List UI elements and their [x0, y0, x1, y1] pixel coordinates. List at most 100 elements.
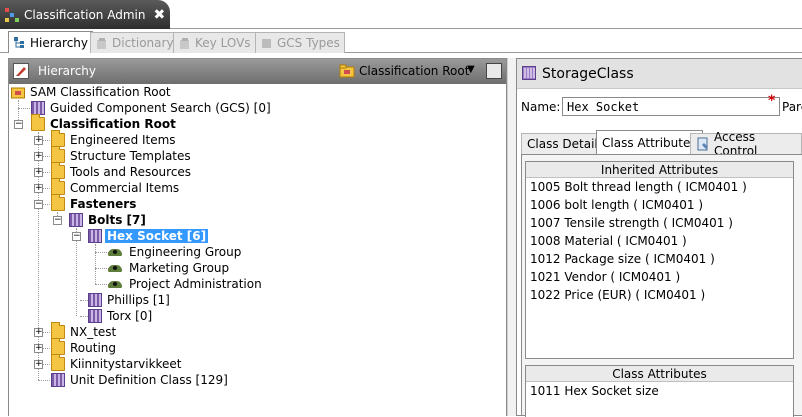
app-icon [4, 7, 20, 23]
expand-toggle[interactable]: + [34, 152, 43, 161]
attribute-row[interactable]: 1021 Vendor ( ICM0401 ) [526, 268, 793, 286]
class-attributes-header: Class Attributes [526, 366, 793, 382]
expand-toggle[interactable]: + [34, 360, 43, 369]
tab-dictionary[interactable]: Dictionary [90, 32, 179, 53]
tree-item-structure-templates[interactable]: Structure Templates [51, 146, 193, 164]
tree-item-label: Marketing Group [129, 261, 230, 275]
tab-label: Class Details [527, 137, 604, 151]
collapse-toggle[interactable]: − [53, 216, 62, 225]
folder-icon [51, 322, 65, 339]
detail-tabs: Class Details Class Attributes Access Co… [517, 128, 802, 158]
tab-hierarchy[interactable]: Hierarchy [8, 31, 94, 53]
tree-item-phillips[interactable]: Phillips [1] [88, 292, 172, 308]
class-icon [31, 101, 45, 115]
window-tab[interactable]: Classification Admin ✖ [0, 0, 170, 29]
attribute-row[interactable]: 1022 Price (EUR) ( ICM0401 ) [526, 286, 793, 304]
hierarchy-tree: − + + + + − − − + + + SAM Classification… [9, 84, 506, 416]
tab-label: Hierarchy [30, 35, 89, 50]
class-icon [69, 213, 83, 227]
folder-icon [51, 146, 65, 163]
tree-item-gcs[interactable]: Guided Component Search (GCS) [0] [31, 100, 273, 116]
tree-item-tools-and-resources[interactable]: Tools and Resources [51, 162, 193, 180]
tree-item-unit-definition-class[interactable]: Unit Definition Class [129] [51, 372, 230, 388]
tree-item-sam-classification-root[interactable]: SAM Classification Root [11, 84, 173, 100]
inherited-attributes-header: Inherited Attributes [526, 162, 793, 178]
expand-toggle[interactable]: + [34, 168, 43, 177]
tree-item-kiinnitystarvikkeet[interactable]: Kiinnitystarvikkeet [51, 354, 184, 372]
tree-item-label: Fasteners [70, 197, 137, 211]
tree-item-hex-socket[interactable]: Hex Socket [6] [88, 228, 209, 244]
hierarchy-panel-title: Hierarchy [38, 64, 97, 78]
tree-item-label: SAM Classification Root [30, 85, 171, 99]
tree-item-label: Torx [0] [107, 309, 153, 323]
tree-item-engineering-group[interactable]: Engineering Group [108, 244, 243, 260]
collapse-toggle[interactable]: − [72, 232, 81, 241]
required-marker: * [768, 93, 776, 109]
attribute-row[interactable]: 1006 bolt length ( ICM0401 ) [526, 196, 793, 214]
tab-access-control[interactable]: Access Control [690, 130, 802, 158]
tab-class-attributes[interactable]: Class Attributes [596, 130, 703, 154]
root-folder-icon [339, 63, 355, 79]
tab-label: Key LOVs [195, 36, 251, 50]
tree-item-label: Structure Templates [70, 149, 191, 163]
tab-label: GCS Types [277, 36, 340, 50]
tree-item-torx[interactable]: Torx [0] [88, 308, 154, 324]
class-icon [88, 229, 102, 243]
tab-key-lovs[interactable]: Key LOVs [173, 32, 256, 53]
tab-label: Dictionary [112, 36, 174, 50]
maximize-icon[interactable] [486, 63, 502, 79]
attribute-row[interactable]: 1012 Package size ( ICM0401 ) [526, 250, 793, 268]
close-icon[interactable]: ✖ [153, 7, 165, 23]
root-selector-label[interactable]: Classification Root [359, 64, 469, 78]
access-control-icon [696, 137, 710, 151]
class-icon [88, 309, 102, 323]
parent-label: Pare [782, 100, 802, 114]
tree-item-commercial-items[interactable]: Commercial Items [51, 178, 181, 196]
tree-item-label: Unit Definition Class [129] [70, 373, 228, 387]
edit-icon[interactable] [13, 63, 29, 79]
expand-toggle[interactable]: + [34, 184, 43, 193]
gcs-types-icon [260, 37, 273, 50]
name-label: Name: [521, 100, 561, 114]
tree-item-label: Project Administration [129, 277, 262, 291]
tree-item-label: Phillips [1] [107, 293, 170, 307]
tree-item-nx-test[interactable]: NX_test [51, 322, 118, 340]
tree-item-label: NX_test [70, 325, 117, 339]
tab-label: Class Attributes [602, 135, 697, 150]
collapse-toggle[interactable]: − [14, 120, 23, 129]
class-attributes-body: Inherited Attributes 1005 Bolt thread le… [521, 154, 802, 417]
tree-item-bolts[interactable]: Bolts [7] [69, 212, 148, 228]
attribute-row[interactable]: 1008 Material ( ICM0401 ) [526, 232, 793, 250]
tree-item-label: Routing [70, 341, 117, 355]
tree-item-label: Engineering Group [129, 245, 242, 259]
tree-item-label: Hex Socket [6] [105, 229, 209, 243]
attribute-row[interactable]: 1005 Bolt thread length ( ICM0401 ) [526, 178, 793, 196]
folder-icon [51, 338, 65, 355]
folder-icon [51, 194, 65, 211]
dictionary-icon [95, 37, 108, 50]
class-icon [51, 373, 65, 387]
tree-item-routing[interactable]: Routing [51, 338, 118, 356]
expand-toggle[interactable]: + [34, 344, 43, 353]
tree-item-label: Kiinnitystarvikkeet [70, 357, 182, 371]
name-row: Name: * Pare [517, 92, 802, 118]
expand-toggle[interactable]: + [34, 328, 43, 337]
folder-icon [51, 162, 65, 179]
attribute-row[interactable]: 1011 Hex Socket size [526, 382, 793, 400]
detail-title: StorageClass [542, 66, 634, 82]
class-attributes-list: Class Attributes 1011 Hex Socket size [525, 365, 794, 417]
collapse-toggle[interactable]: − [34, 200, 43, 209]
folder-icon [31, 114, 45, 131]
name-field[interactable] [562, 97, 780, 116]
tab-gcs-types[interactable]: GCS Types [255, 32, 345, 53]
expand-toggle[interactable]: + [34, 136, 43, 145]
tree-item-marketing-group[interactable]: Marketing Group [108, 260, 231, 276]
tree-item-engineered-items[interactable]: Engineered Items [51, 130, 178, 148]
tree-item-fasteners[interactable]: Fasteners [51, 194, 138, 212]
attribute-row[interactable]: 1007 Tensile strength ( ICM0401 ) [526, 214, 793, 232]
tree-item-project-administration[interactable]: Project Administration [108, 276, 264, 292]
storage-class-icon [522, 66, 536, 80]
tree-item-label: Commercial Items [70, 181, 180, 195]
tree-item-label: Engineered Items [70, 133, 176, 147]
chevron-down-icon[interactable]: ▼ [467, 64, 475, 75]
